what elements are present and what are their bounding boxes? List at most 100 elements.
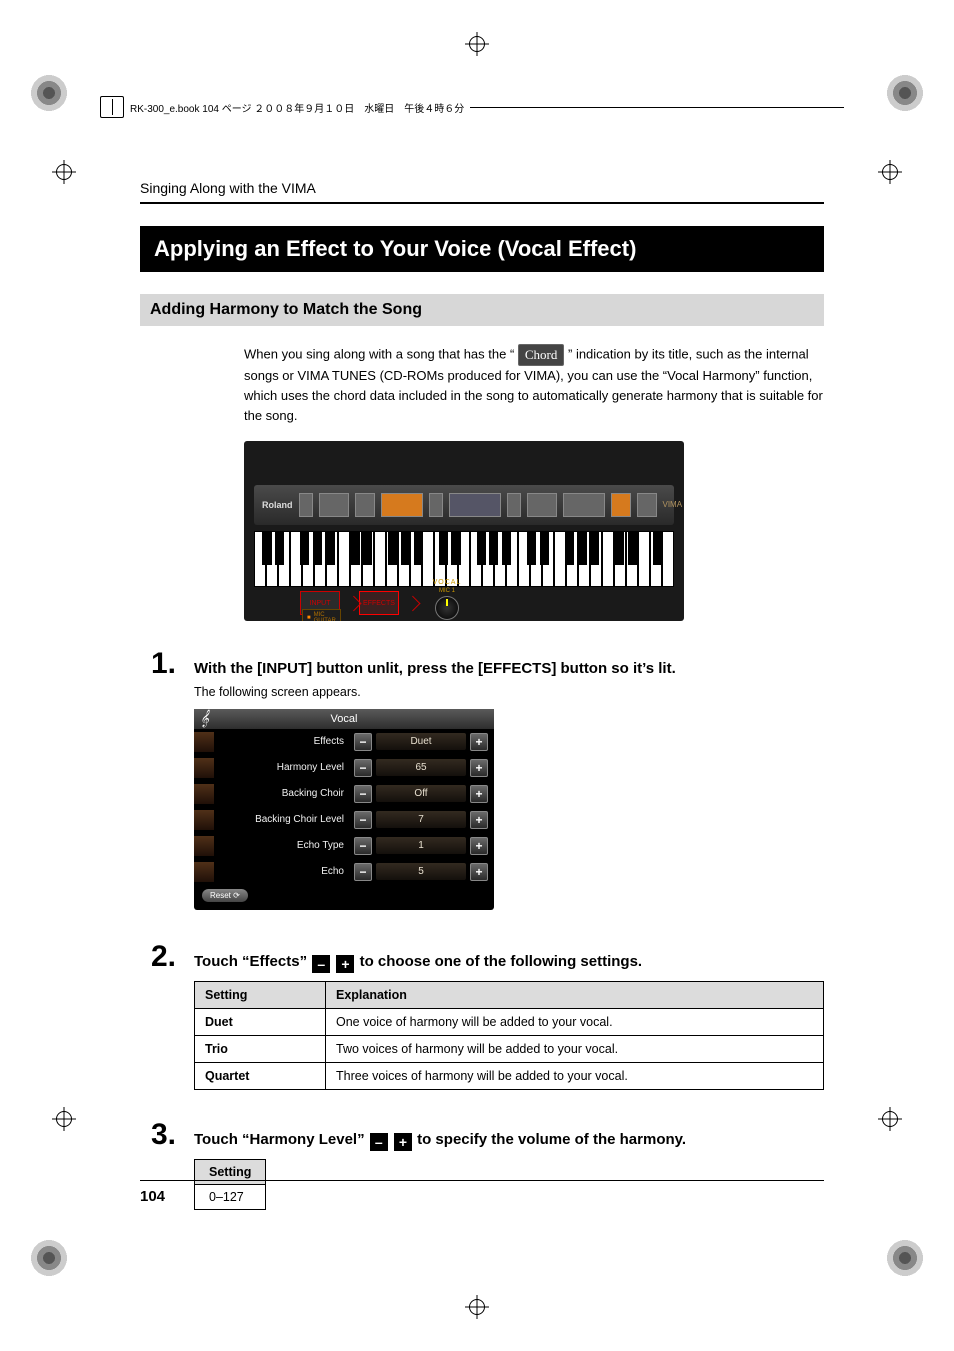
- screen-row-label: Backing Choir: [218, 788, 350, 799]
- doc-info: RK-300_e.book 104 ページ ２００８年９月１０日 水曜日 午後４…: [130, 100, 464, 115]
- screen-row-value: 7: [376, 811, 466, 828]
- panel-block-icon: [637, 493, 657, 517]
- step-3: 3. Touch “Harmony Level” – + to specify …: [140, 1118, 824, 1210]
- screen-title: Vocal: [331, 713, 358, 725]
- music-note-icon: 𝄞: [200, 710, 209, 728]
- increment-button[interactable]: +: [470, 811, 488, 829]
- setting-name: Quartet: [195, 1062, 326, 1089]
- panel-block-icon: [507, 493, 521, 517]
- increment-button[interactable]: +: [470, 733, 488, 751]
- screen-row-thumb-icon: [194, 836, 214, 856]
- decrement-button[interactable]: −: [354, 863, 372, 881]
- page-content: Singing Along with the VIMA Applying an …: [140, 180, 824, 1201]
- table-row: Setting Explanation: [195, 981, 824, 1008]
- minus-icon: –: [370, 1133, 388, 1151]
- setting-name: Duet: [195, 1008, 326, 1035]
- screen-row-value: 65: [376, 759, 466, 776]
- print-header: RK-300_e.book 104 ページ ２００８年９月１０日 水曜日 午後４…: [100, 96, 844, 118]
- reset-button[interactable]: Reset ⟳: [202, 889, 248, 902]
- crop-mark-icon: [886, 1239, 924, 1277]
- screen-row-label: Harmony Level: [218, 762, 350, 773]
- step-heading: Touch “Harmony Level” – + to specify the…: [194, 1131, 824, 1151]
- decrement-button[interactable]: −: [354, 811, 372, 829]
- keyboard-illustration: Roland VIMA: [244, 441, 684, 621]
- step-number: 1.: [140, 647, 176, 681]
- knob-icon: [435, 596, 459, 620]
- table-row: DuetOne voice of harmony will be added t…: [195, 1008, 824, 1035]
- panel-block-icon: [611, 493, 631, 517]
- intro-text-a: When you sing along with a song that has…: [244, 347, 518, 362]
- plus-icon: +: [394, 1133, 412, 1151]
- crop-mark-icon: [30, 74, 68, 112]
- step-subtext: The following screen appears.: [194, 685, 824, 699]
- registration-mark-icon: [465, 32, 489, 56]
- mic1-label: MIC 1: [439, 588, 455, 594]
- screen-setting-row: Backing Choir−Off+: [194, 781, 494, 807]
- chord-badge-icon: Chord: [518, 344, 565, 366]
- step-2: 2. Touch “Effects” – + to choose one of …: [140, 940, 824, 1108]
- vocal-label: VOCAL: [433, 579, 462, 586]
- running-head: Singing Along with the VIMA: [140, 180, 824, 196]
- col-explanation-header: Explanation: [326, 981, 824, 1008]
- panel-block-icon: [319, 493, 349, 517]
- screen-row-thumb-icon: [194, 862, 214, 882]
- panel-block-icon: [563, 493, 605, 517]
- mic-guitar-label: MIC GUITAR: [314, 612, 336, 621]
- table-row: QuartetThree voices of harmony will be a…: [195, 1062, 824, 1089]
- setting-description: One voice of harmony will be added to yo…: [326, 1008, 824, 1035]
- panel-screen-icon: [449, 493, 501, 517]
- screen-setting-row: Echo Type−1+: [194, 833, 494, 859]
- reset-icon: ⟳: [233, 891, 240, 900]
- panel-knob-icon: [299, 493, 313, 517]
- registration-mark-icon: [52, 160, 76, 184]
- brand-logo: Roland: [262, 500, 293, 510]
- book-icon: [100, 96, 124, 118]
- registration-mark-icon: [52, 1107, 76, 1131]
- step-heading: With the [INPUT] button unlit, press the…: [194, 660, 824, 677]
- screen-row-thumb-icon: [194, 784, 214, 804]
- registration-mark-icon: [878, 160, 902, 184]
- decrement-button[interactable]: −: [354, 785, 372, 803]
- step-heading: Touch “Effects” – + to choose one of the…: [194, 953, 824, 973]
- step-number: 3.: [140, 1118, 176, 1152]
- increment-button[interactable]: +: [470, 837, 488, 855]
- screen-setting-row: Echo−5+: [194, 859, 494, 885]
- step-1: 1. With the [INPUT] button unlit, press …: [140, 647, 824, 930]
- decrement-button[interactable]: −: [354, 733, 372, 751]
- vocal-knob-area: VOCAL MIC 1 MIN MAX: [418, 579, 476, 621]
- panel-block-icon: [527, 493, 557, 517]
- increment-button[interactable]: +: [470, 785, 488, 803]
- screen-row-value: Duet: [376, 733, 466, 750]
- reset-label: Reset: [210, 891, 231, 900]
- screen-row-label: Backing Choir Level: [218, 814, 350, 825]
- table-row: 0–127: [195, 1184, 266, 1209]
- plus-icon: +: [336, 955, 354, 973]
- panel-knob-icon: [429, 493, 443, 517]
- footer-rule: [140, 1180, 824, 1181]
- keyboard-panel: Roland VIMA: [254, 485, 674, 525]
- decrement-button[interactable]: −: [354, 837, 372, 855]
- step2-text-b: to choose one of the following settings.: [360, 953, 643, 970]
- crop-mark-icon: [30, 1239, 68, 1277]
- increment-button[interactable]: +: [470, 759, 488, 777]
- decrement-button[interactable]: −: [354, 759, 372, 777]
- panel-block-icon: [381, 493, 423, 517]
- col-setting-header: Setting: [195, 981, 326, 1008]
- minus-icon: –: [312, 955, 330, 973]
- step3-text-b: to specify the volume of the harmony.: [417, 1131, 686, 1148]
- increment-button[interactable]: +: [470, 863, 488, 881]
- intro-paragraph: When you sing along with a song that has…: [244, 344, 824, 427]
- step-number: 2.: [140, 940, 176, 974]
- setting-description: Three voices of harmony will be added to…: [326, 1062, 824, 1089]
- screen-row-value: 1: [376, 837, 466, 854]
- screen-row-thumb-icon: [194, 732, 214, 752]
- screen-setting-row: Effects−Duet+: [194, 729, 494, 755]
- screen-row-label: Echo: [218, 866, 350, 877]
- divider: [140, 202, 824, 204]
- mic-guitar-hint: ■ MIC GUITAR: [302, 609, 341, 621]
- page-title: Applying an Effect to Your Voice (Vocal …: [140, 226, 824, 272]
- step3-text-a: Touch “Harmony Level”: [194, 1131, 369, 1148]
- panel-block-icon: [355, 493, 375, 517]
- document-page: RK-300_e.book 104 ページ ２００８年９月１０日 水曜日 午後４…: [0, 0, 954, 1351]
- effects-button-icon: EFFECTS: [359, 591, 399, 615]
